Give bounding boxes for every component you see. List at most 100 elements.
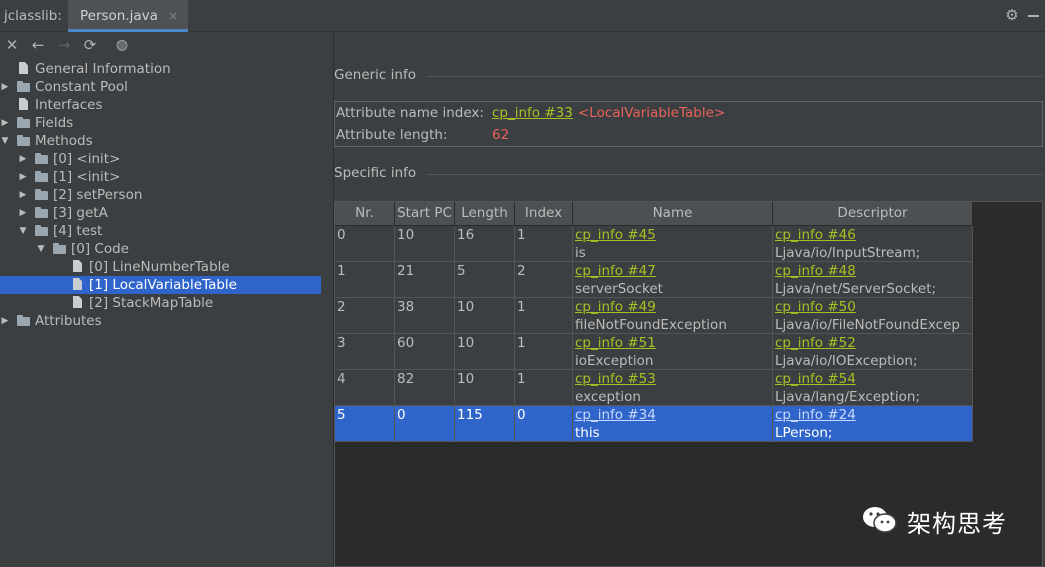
document-icon: [17, 63, 30, 74]
folder-icon: [17, 315, 30, 326]
close-icon[interactable]: ✕: [2, 35, 22, 55]
tree-node[interactable]: ▶ Constant Pool: [0, 78, 333, 96]
table-cell: 1: [515, 298, 573, 334]
table-cell: 2: [335, 298, 395, 334]
variable-descriptor: Ljava/io/FileNotFoundExcep: [775, 317, 960, 333]
tree-node-label: General Information: [35, 61, 171, 77]
table-cell: cp_info #49 fileNotFoundException: [573, 298, 773, 334]
variable-descriptor: Ljava/io/InputStream;: [775, 245, 921, 261]
collapsed-arrow-icon[interactable]: ▶: [0, 312, 10, 330]
column-header[interactable]: Nr.: [335, 202, 395, 226]
tree-node[interactable]: ▼ Methods: [0, 132, 333, 150]
collapsed-arrow-icon[interactable]: ▶: [0, 78, 10, 96]
table-cell: 1: [515, 370, 573, 406]
table-cell: cp_info #24 LPerson;: [773, 406, 973, 442]
document-icon: [71, 261, 84, 272]
table-cell: 0: [335, 226, 395, 262]
cp-info-link[interactable]: cp_info #47: [575, 262, 772, 280]
tree-node-label: [1] <init>: [53, 169, 121, 185]
cp-info-link[interactable]: cp_info #45: [575, 226, 772, 244]
table-cell: cp_info #48 Ljava/net/ServerSocket;: [773, 262, 973, 298]
variable-name: ioException: [575, 353, 654, 369]
collapsed-arrow-icon[interactable]: ▶: [18, 204, 28, 222]
minimize-icon[interactable]: [1027, 7, 1041, 23]
attribute-name-index-link[interactable]: cp_info #33: [492, 103, 573, 123]
tree-node-label: [0] Code: [71, 241, 129, 257]
variable-name: is: [575, 245, 586, 261]
tab-person-java[interactable]: Person.java ×: [68, 0, 188, 32]
table-cell: 115: [455, 406, 515, 442]
table-cell: cp_info #45 is: [573, 226, 773, 262]
cp-info-link[interactable]: cp_info #46: [775, 226, 972, 244]
table-cell: cp_info #50 Ljava/io/FileNotFoundExcep: [773, 298, 973, 334]
attribute-name-index-label: Attribute name index:: [336, 105, 484, 121]
tree-node[interactable]: ▼ [0] Code: [0, 240, 333, 258]
cp-info-link[interactable]: cp_info #48: [775, 262, 972, 280]
tree-node[interactable]: [2] StackMapTable: [0, 294, 333, 312]
variable-name: this: [575, 425, 600, 441]
folder-icon: [35, 153, 48, 164]
table-cell: cp_info #51 ioException: [573, 334, 773, 370]
expanded-arrow-icon[interactable]: ▼: [18, 222, 28, 240]
expanded-arrow-icon[interactable]: ▼: [36, 240, 46, 258]
cp-info-link[interactable]: cp_info #50: [775, 298, 972, 316]
table-cell: cp_info #54 Ljava/lang/Exception;: [773, 370, 973, 406]
collapsed-arrow-icon[interactable]: ▶: [0, 114, 10, 132]
cp-info-link[interactable]: cp_info #51: [575, 334, 772, 352]
tree-node[interactable]: [0] LineNumberTable: [0, 258, 333, 276]
forward-arrow-icon[interactable]: →: [54, 35, 74, 55]
table-cell: 21: [395, 262, 455, 298]
column-header[interactable]: Index: [515, 202, 573, 226]
column-header[interactable]: Descriptor: [773, 202, 973, 226]
generic-info-box: Attribute name index: cp_info #33 <Local…: [334, 101, 1043, 147]
tab-close-icon[interactable]: ×: [168, 9, 178, 23]
browser-globe-icon[interactable]: ◍: [112, 35, 132, 55]
table-cell: 5: [455, 262, 515, 298]
tree-node[interactable]: [1] LocalVariableTable: [0, 276, 333, 294]
table-cell: 60: [395, 334, 455, 370]
column-header[interactable]: Start PC: [395, 202, 455, 226]
table-cell: 10: [455, 370, 515, 406]
table-cell: 38: [395, 298, 455, 334]
expanded-arrow-icon[interactable]: ▼: [0, 132, 10, 150]
column-header[interactable]: Name: [573, 202, 773, 226]
tree-node-label: [3] getA: [53, 205, 108, 221]
table-cell: 3: [335, 334, 395, 370]
collapsed-arrow-icon[interactable]: ▶: [18, 186, 28, 204]
tree-node[interactable]: ▶ [3] getA: [0, 204, 333, 222]
tree-node-label: [1] LocalVariableTable: [89, 277, 237, 293]
tree-node[interactable]: Interfaces: [0, 96, 333, 114]
tree-node[interactable]: General Information: [0, 60, 333, 78]
refresh-icon[interactable]: ⟳: [80, 35, 100, 55]
watermark: 架构思考: [862, 503, 1022, 539]
cp-info-link[interactable]: cp_info #53: [575, 370, 772, 388]
attribute-length-value: 62: [492, 127, 510, 143]
variable-descriptor: Ljava/lang/Exception;: [775, 389, 921, 405]
document-icon: [71, 279, 84, 290]
tree-node[interactable]: ▶ [1] <init>: [0, 168, 333, 186]
column-header[interactable]: Length: [455, 202, 515, 226]
tab-bar: jclasslib: Person.java × ⚙: [0, 0, 1045, 32]
tool-window-title: jclasslib:: [4, 8, 62, 24]
document-icon: [17, 99, 30, 110]
tree-node[interactable]: ▶ [2] setPerson: [0, 186, 333, 204]
back-arrow-icon[interactable]: ←: [28, 35, 48, 55]
tree-node[interactable]: ▶ Fields: [0, 114, 333, 132]
table-cell: 4: [335, 370, 395, 406]
table-cell: 2: [515, 262, 573, 298]
tree-node-label: Fields: [35, 115, 74, 131]
tree-node[interactable]: ▶ [0] <init>: [0, 150, 333, 168]
cp-info-link[interactable]: cp_info #24: [775, 406, 972, 424]
tree-node[interactable]: ▼ [4] test: [0, 222, 333, 240]
tree-node-label: [0] <init>: [53, 151, 121, 167]
cp-info-link[interactable]: cp_info #34: [575, 406, 772, 424]
collapsed-arrow-icon[interactable]: ▶: [18, 168, 28, 186]
cp-info-link[interactable]: cp_info #54: [775, 370, 972, 388]
folder-icon: [53, 243, 66, 254]
cp-info-link[interactable]: cp_info #52: [775, 334, 972, 352]
tree-node[interactable]: ▶ Attributes: [0, 312, 333, 330]
gear-icon[interactable]: ⚙: [1003, 6, 1021, 24]
cp-info-link[interactable]: cp_info #49: [575, 298, 772, 316]
table-cell: 10: [455, 298, 515, 334]
collapsed-arrow-icon[interactable]: ▶: [18, 150, 28, 168]
